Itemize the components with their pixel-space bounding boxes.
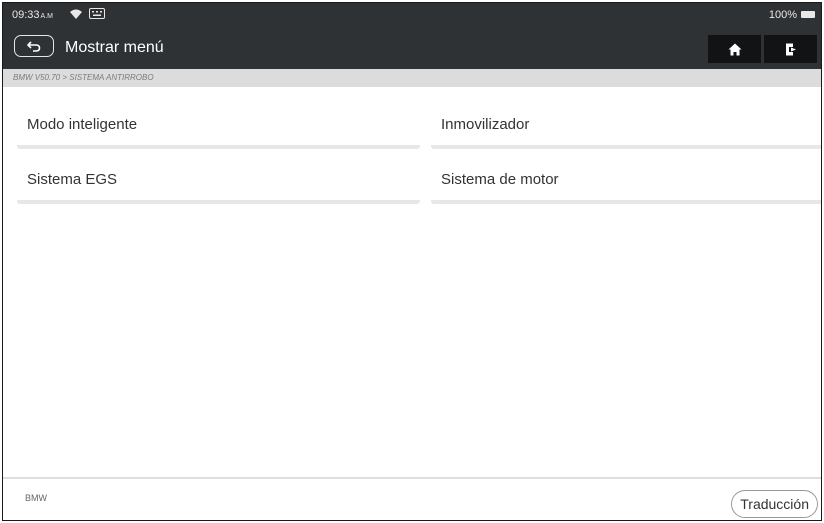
- menu-item-inmovilizador[interactable]: Inmovilizador: [431, 95, 821, 149]
- menu-area: Modo inteligente Inmovilizador Sistema E…: [3, 87, 821, 477]
- wifi-icon: [70, 9, 82, 19]
- back-arrow-icon: [27, 41, 41, 52]
- menu-item-modo-inteligente[interactable]: Modo inteligente: [17, 95, 420, 149]
- exit-button[interactable]: [764, 35, 817, 63]
- keyboard-icon: [89, 8, 105, 19]
- home-icon: [728, 43, 741, 55]
- home-button[interactable]: [708, 35, 761, 63]
- status-time: 09:33A.M: [12, 9, 53, 21]
- exit-icon: [785, 43, 796, 55]
- footer-brand: BMW: [25, 493, 47, 503]
- menu-item-sistema-de-motor[interactable]: Sistema de motor: [431, 150, 821, 204]
- menu-item-sistema-egs[interactable]: Sistema EGS: [17, 150, 420, 204]
- title-bar: Mostrar menú: [3, 27, 821, 69]
- app-frame: 09:33A.M 100% Mostrar menú BMW V50.70 > …: [2, 2, 822, 521]
- battery-icon: [801, 11, 815, 18]
- battery-percent: 100%: [768, 9, 797, 21]
- back-button[interactable]: [14, 35, 54, 57]
- page-title: Mostrar menú: [65, 39, 164, 56]
- translate-button[interactable]: Traducción: [731, 490, 818, 518]
- breadcrumb: BMW V50.70 > SISTEMA ANTIRROBO: [3, 69, 821, 87]
- status-bar: 09:33A.M 100%: [3, 3, 821, 27]
- footer-bar: BMW Traducción: [3, 477, 821, 520]
- status-ampm: A.M: [40, 13, 53, 20]
